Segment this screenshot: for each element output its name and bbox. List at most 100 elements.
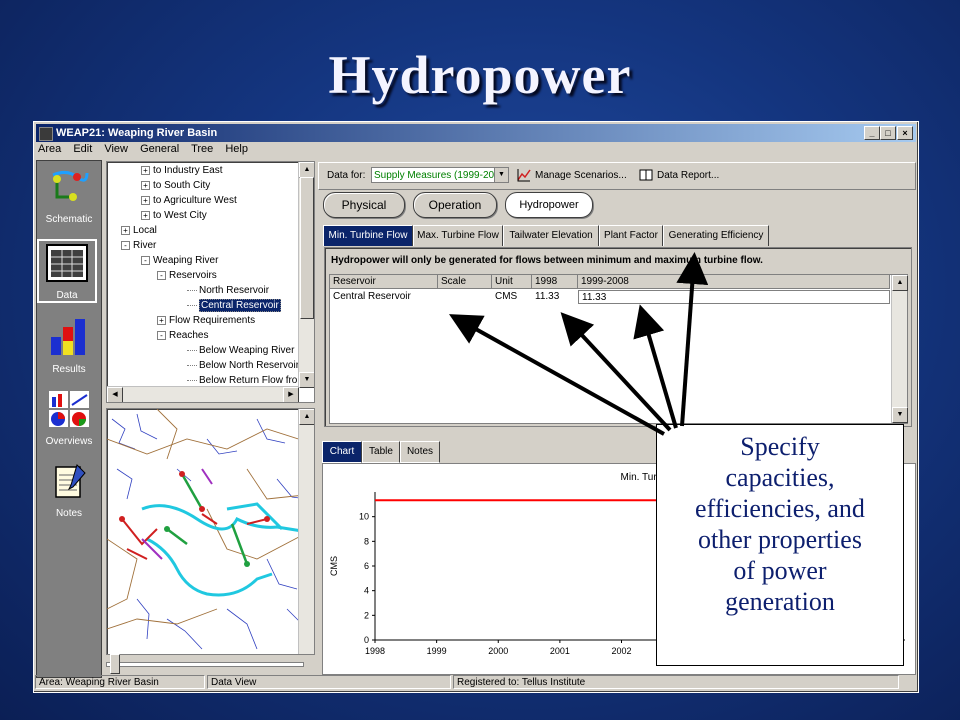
- y-tick-label: 8: [364, 536, 369, 546]
- collapse-icon[interactable]: -: [157, 330, 166, 340]
- map-vertical-scrollbar[interactable]: ▲: [298, 409, 314, 654]
- tree-connector: [187, 289, 197, 291]
- tab-notes[interactable]: Notes: [400, 441, 440, 463]
- category-physical[interactable]: Physical: [323, 192, 405, 218]
- grid-scroll-down-button[interactable]: ▼: [892, 407, 908, 423]
- view-notes[interactable]: Notes: [37, 461, 101, 519]
- window-titlebar: WEAP21: Weaping River Basin _ □ ×: [36, 124, 916, 142]
- data-grid-icon: [46, 244, 88, 282]
- tree-item[interactable]: North Reservoir: [187, 285, 269, 296]
- category-operation[interactable]: Operation: [413, 192, 497, 218]
- tree-item-label: to Industry East: [153, 165, 223, 176]
- slide-title: Hydropower: [328, 45, 632, 105]
- view-schematic-label: Schematic: [45, 214, 93, 225]
- menu-view[interactable]: View: [104, 143, 128, 155]
- category-hydropower[interactable]: Hydropower: [505, 192, 593, 218]
- tree-item[interactable]: - Reservoirs: [157, 270, 217, 281]
- cell-1999-2008[interactable]: 11.33: [578, 290, 890, 304]
- status-area: Area: Weaping River Basin: [35, 675, 205, 689]
- grid-vertical-scrollbar[interactable]: ▲ ▼: [891, 275, 908, 423]
- menu-area[interactable]: Area: [38, 143, 61, 155]
- expand-icon[interactable]: +: [121, 225, 130, 235]
- tree-item-label: Reaches: [169, 330, 209, 341]
- tree-scroll-thumb[interactable]: [300, 177, 314, 319]
- callout-line: Specify: [740, 432, 820, 461]
- view-overviews-label: Overviews: [45, 436, 93, 447]
- tab-plant-factor[interactable]: Plant Factor: [599, 225, 663, 246]
- view-schematic[interactable]: Schematic: [37, 167, 101, 225]
- minimize-button[interactable]: _: [864, 126, 880, 140]
- tree-item[interactable]: Below Weaping River: [187, 345, 294, 356]
- menu-tree[interactable]: Tree: [191, 143, 213, 155]
- tree-item[interactable]: - Reaches: [157, 330, 208, 341]
- manage-scenarios-button[interactable]: Manage Scenarios...: [535, 170, 627, 181]
- x-tick-label: 1999: [427, 646, 447, 656]
- scroll-down-button[interactable]: ▼: [299, 372, 314, 388]
- menu-help[interactable]: Help: [225, 143, 248, 155]
- zoom-slider[interactable]: [106, 652, 316, 674]
- collapse-icon[interactable]: -: [157, 270, 166, 280]
- view-notes-label: Notes: [55, 508, 83, 519]
- tree-item[interactable]: + to South City: [141, 180, 210, 191]
- status-registered: Registered to: Tellus Institute: [453, 675, 899, 689]
- expand-icon[interactable]: +: [157, 315, 166, 325]
- scroll-right-button[interactable]: ▶: [283, 387, 299, 402]
- collapse-icon[interactable]: -: [141, 255, 150, 265]
- y-tick-label: 2: [364, 610, 369, 620]
- menu-general[interactable]: General: [140, 143, 179, 155]
- data-for-select[interactable]: Supply Measures (1999-20 ▼: [371, 167, 509, 183]
- tab-min-turbine-flow[interactable]: Min. Turbine Flow: [323, 225, 413, 246]
- tree-vertical-scrollbar[interactable]: ▲ ▼: [298, 162, 314, 388]
- tree-item[interactable]: + Local: [121, 225, 157, 236]
- tree-item-label: River: [133, 240, 157, 251]
- menubar: Area Edit View General Tree Help: [38, 143, 257, 159]
- menu-edit[interactable]: Edit: [73, 143, 92, 155]
- scroll-left-button[interactable]: ◀: [107, 387, 123, 402]
- tree-item[interactable]: + to Agriculture West: [141, 195, 237, 206]
- map-scroll-up-button[interactable]: ▲: [299, 409, 314, 425]
- tree-item[interactable]: - Weaping River: [141, 255, 218, 266]
- expand-icon[interactable]: +: [141, 195, 150, 205]
- collapse-icon[interactable]: -: [121, 240, 130, 250]
- expand-icon[interactable]: +: [141, 210, 150, 220]
- callout-box: Specify capacities, efficiencies, and ot…: [656, 424, 904, 666]
- scroll-up-button[interactable]: ▲: [299, 162, 314, 178]
- tree-item[interactable]: + to West City: [141, 210, 207, 221]
- cell-scale[interactable]: [438, 290, 492, 304]
- view-results[interactable]: Results: [37, 317, 101, 375]
- tab-table[interactable]: Table: [362, 441, 400, 463]
- maximize-button[interactable]: □: [880, 126, 896, 140]
- data-tree: + to Industry East + to South City + to Agric…: [106, 161, 315, 403]
- view-data[interactable]: Data: [37, 239, 97, 303]
- tree-item[interactable]: Central Reservoir: [187, 299, 281, 312]
- schematic-map[interactable]: ▲: [106, 408, 315, 655]
- y-axis-label: CMS: [329, 556, 339, 576]
- tab-max-turbine-flow[interactable]: Max. Turbine Flow: [413, 225, 503, 246]
- callout-line: capacities,: [725, 463, 835, 492]
- cell-1998[interactable]: 11.33: [532, 290, 578, 304]
- tree-item[interactable]: Below Return Flow fro: [187, 375, 297, 386]
- results-bar-icon: [51, 319, 85, 355]
- expand-icon[interactable]: +: [141, 180, 150, 190]
- tree-horizontal-scrollbar[interactable]: ◀ ▶: [107, 386, 299, 402]
- close-button[interactable]: ×: [897, 126, 913, 140]
- expand-icon[interactable]: +: [141, 165, 150, 175]
- tree-item[interactable]: Below North Reservoir: [187, 360, 299, 371]
- tree-item[interactable]: + Flow Requirements: [157, 315, 255, 326]
- col-header-reservoir: Reservoir: [330, 275, 438, 289]
- data-report-button[interactable]: Data Report...: [657, 170, 719, 181]
- app-icon: [39, 127, 53, 141]
- tab-chart[interactable]: Chart: [322, 441, 362, 463]
- tab-tailwater-elevation[interactable]: Tailwater Elevation: [503, 225, 599, 246]
- grid-scroll-up-button[interactable]: ▲: [892, 275, 908, 291]
- tree-connector: [187, 349, 197, 351]
- tab-generating-efficiency[interactable]: Generating Efficiency: [663, 225, 769, 246]
- slider-thumb[interactable]: [110, 654, 120, 674]
- tree-item[interactable]: - River: [121, 240, 156, 251]
- x-tick-label: 2001: [550, 646, 570, 656]
- view-overviews[interactable]: Overviews: [37, 389, 101, 447]
- variable-tabs: Min. Turbine Flow Max. Turbine Flow Tail…: [323, 225, 773, 246]
- chevron-down-icon[interactable]: ▼: [494, 168, 508, 182]
- tree-item[interactable]: + to Industry East: [141, 165, 222, 176]
- x-tick-label: 2000: [488, 646, 508, 656]
